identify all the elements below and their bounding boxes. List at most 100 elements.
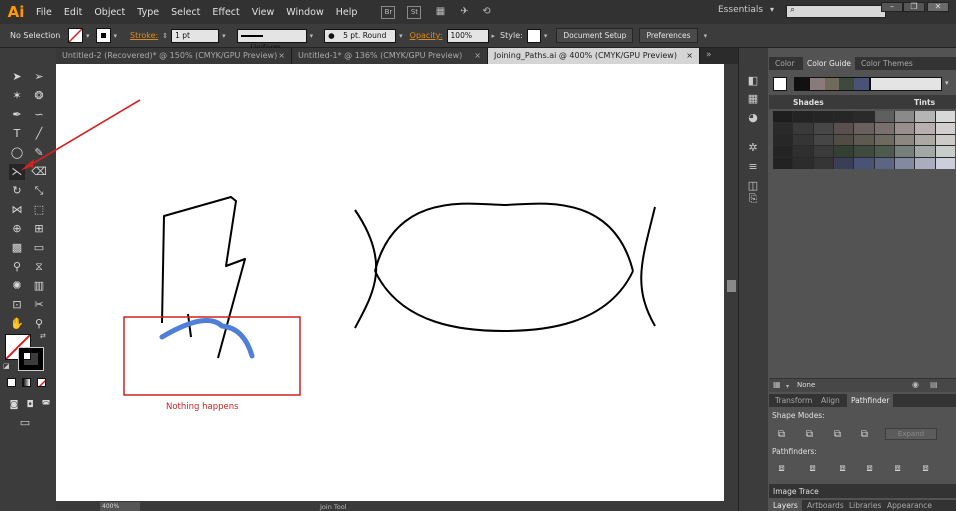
chevron-down-icon[interactable]: ▾ <box>544 32 548 40</box>
shape-builder-tool-icon[interactable]: ⊕ <box>9 221 25 237</box>
menu-effect[interactable]: Effect <box>206 7 245 18</box>
none-mode-button[interactable] <box>37 378 46 387</box>
tab-appearance[interactable]: Appearance <box>883 500 936 511</box>
ellipse-top-arc-path[interactable] <box>374 202 634 272</box>
options-icon[interactable]: ▾ <box>704 32 708 40</box>
tab-libraries[interactable]: Libraries <box>845 500 885 511</box>
menu-select[interactable]: Select <box>165 7 206 18</box>
color-variation-swatch[interactable] <box>834 122 854 134</box>
crop-icon[interactable]: ⧈ <box>863 463 876 474</box>
tab-transform[interactable]: Transform <box>771 394 816 407</box>
chevron-down-icon[interactable]: ▾ <box>399 32 403 40</box>
tab-color-guide[interactable]: Color Guide <box>803 57 855 70</box>
color-variation-swatch[interactable] <box>915 134 935 146</box>
harmony-swatch[interactable] <box>809 78 825 90</box>
lightning-shape-path[interactable] <box>161 196 246 359</box>
stepper-icon[interactable]: ⇕ <box>162 32 168 40</box>
color-variation-swatch[interactable] <box>874 134 894 146</box>
brushes-panel-icon[interactable]: ≡ <box>745 159 761 175</box>
minus-front-icon[interactable]: ⧉ <box>803 429 816 440</box>
workspace-switcher[interactable]: Essentials <box>718 5 763 15</box>
close-icon[interactable]: × <box>474 48 481 64</box>
harmony-swatch[interactable] <box>854 78 869 90</box>
color-variation-swatch[interactable] <box>935 158 955 169</box>
color-variation-swatch[interactable] <box>834 111 854 122</box>
color-variation-swatch[interactable] <box>834 146 854 158</box>
color-variation-swatch[interactable] <box>854 146 874 158</box>
harmony-swatch[interactable] <box>839 78 855 90</box>
tab-pathfinder[interactable]: Pathfinder <box>847 394 894 407</box>
color-variation-swatch[interactable] <box>834 134 854 146</box>
color-variation-swatch[interactable] <box>895 158 915 169</box>
color-variation-swatch[interactable] <box>813 158 833 169</box>
color-variation-swatch[interactable] <box>793 122 813 134</box>
artboard-tool-icon[interactable]: ⊡ <box>9 297 25 313</box>
merge-icon[interactable]: ⧈ <box>836 463 849 474</box>
intersect-icon[interactable]: ⧉ <box>831 429 844 440</box>
harmony-swatch[interactable] <box>824 78 840 90</box>
close-icon[interactable]: × <box>686 48 693 64</box>
graphic-style-swatch[interactable] <box>526 28 541 43</box>
right-arc-path[interactable] <box>640 206 656 327</box>
zoom-tool-icon[interactable]: ⚲ <box>31 316 47 332</box>
color-variations-grid[interactable] <box>773 111 955 169</box>
color-guide-panel-icon[interactable]: ◕ <box>745 110 761 126</box>
document-setup-button[interactable]: Document Setup <box>556 28 634 43</box>
color-panel-icon[interactable]: ◧ <box>745 73 761 89</box>
expand-button[interactable]: Expand <box>885 428 937 440</box>
color-variation-swatch[interactable] <box>773 122 793 134</box>
screen-mode-icon[interactable]: ▭ <box>17 415 33 431</box>
tab-color[interactable]: Color <box>771 57 799 70</box>
brush-select[interactable]: ● 5 pt. Round <box>324 28 397 43</box>
color-variation-swatch[interactable] <box>793 134 813 146</box>
divide-icon[interactable]: ⧈ <box>775 463 788 474</box>
trim-icon[interactable]: ⧈ <box>806 463 819 474</box>
default-colors-icon[interactable]: ◪ <box>3 362 10 370</box>
search-input[interactable] <box>786 5 886 18</box>
color-variation-swatch[interactable] <box>854 158 874 169</box>
asset-export-panel-icon[interactable]: ⎘ <box>745 191 761 207</box>
color-variation-swatch[interactable] <box>874 122 894 134</box>
color-mode-button[interactable] <box>7 378 16 387</box>
maximize-button[interactable]: ❐ <box>903 2 925 12</box>
color-variation-swatch[interactable] <box>773 158 793 169</box>
gpu-performance-icon[interactable]: ✈ <box>457 6 471 19</box>
color-variation-swatch[interactable] <box>793 111 813 122</box>
color-variation-swatch[interactable] <box>813 146 833 158</box>
menu-help[interactable]: Help <box>330 7 364 18</box>
color-variation-swatch[interactable] <box>915 111 935 122</box>
color-variation-swatch[interactable] <box>773 134 793 146</box>
color-variation-swatch[interactable] <box>854 122 874 134</box>
menu-view[interactable]: View <box>246 7 281 18</box>
color-variation-swatch[interactable] <box>874 146 894 158</box>
color-variation-swatch[interactable] <box>895 134 915 146</box>
swatches-panel-icon[interactable]: ▦ <box>745 91 761 107</box>
color-variation-swatch[interactable] <box>915 158 935 169</box>
tab-layers[interactable]: Layers <box>769 500 802 511</box>
color-variation-swatch[interactable] <box>935 146 955 158</box>
unite-icon[interactable]: ⧉ <box>775 429 788 440</box>
color-variation-swatch[interactable] <box>874 158 894 169</box>
free-transform-tool-icon[interactable]: ⬚ <box>31 202 47 218</box>
opacity-field[interactable]: 100% <box>446 28 489 43</box>
blue-stroke-path[interactable] <box>159 318 255 359</box>
color-variation-swatch[interactable] <box>813 111 833 122</box>
color-variation-swatch[interactable] <box>793 146 813 158</box>
opacity-label[interactable]: Opacity: <box>410 31 443 40</box>
stroke-weight-field[interactable]: 1 pt <box>171 28 220 43</box>
tab-align[interactable]: Align <box>817 394 844 407</box>
color-variation-swatch[interactable] <box>793 158 813 169</box>
stock-icon[interactable]: St <box>407 5 422 19</box>
color-variation-swatch[interactable] <box>935 134 955 146</box>
color-variation-swatch[interactable] <box>773 111 793 122</box>
left-arc-path[interactable] <box>354 209 378 329</box>
zoom-level-field[interactable]: 400% <box>100 502 140 511</box>
color-variation-swatch[interactable] <box>854 111 874 122</box>
color-variation-swatch[interactable] <box>915 122 935 134</box>
chevron-down-icon[interactable]: ▾ <box>222 32 226 40</box>
harmony-swatch[interactable] <box>795 78 810 90</box>
harmony-rules-dropdown[interactable] <box>870 77 942 91</box>
chevron-down-icon[interactable]: ▾ <box>310 32 314 40</box>
color-variation-swatch[interactable] <box>813 122 833 134</box>
image-trace-label[interactable]: Image Trace <box>773 487 819 496</box>
